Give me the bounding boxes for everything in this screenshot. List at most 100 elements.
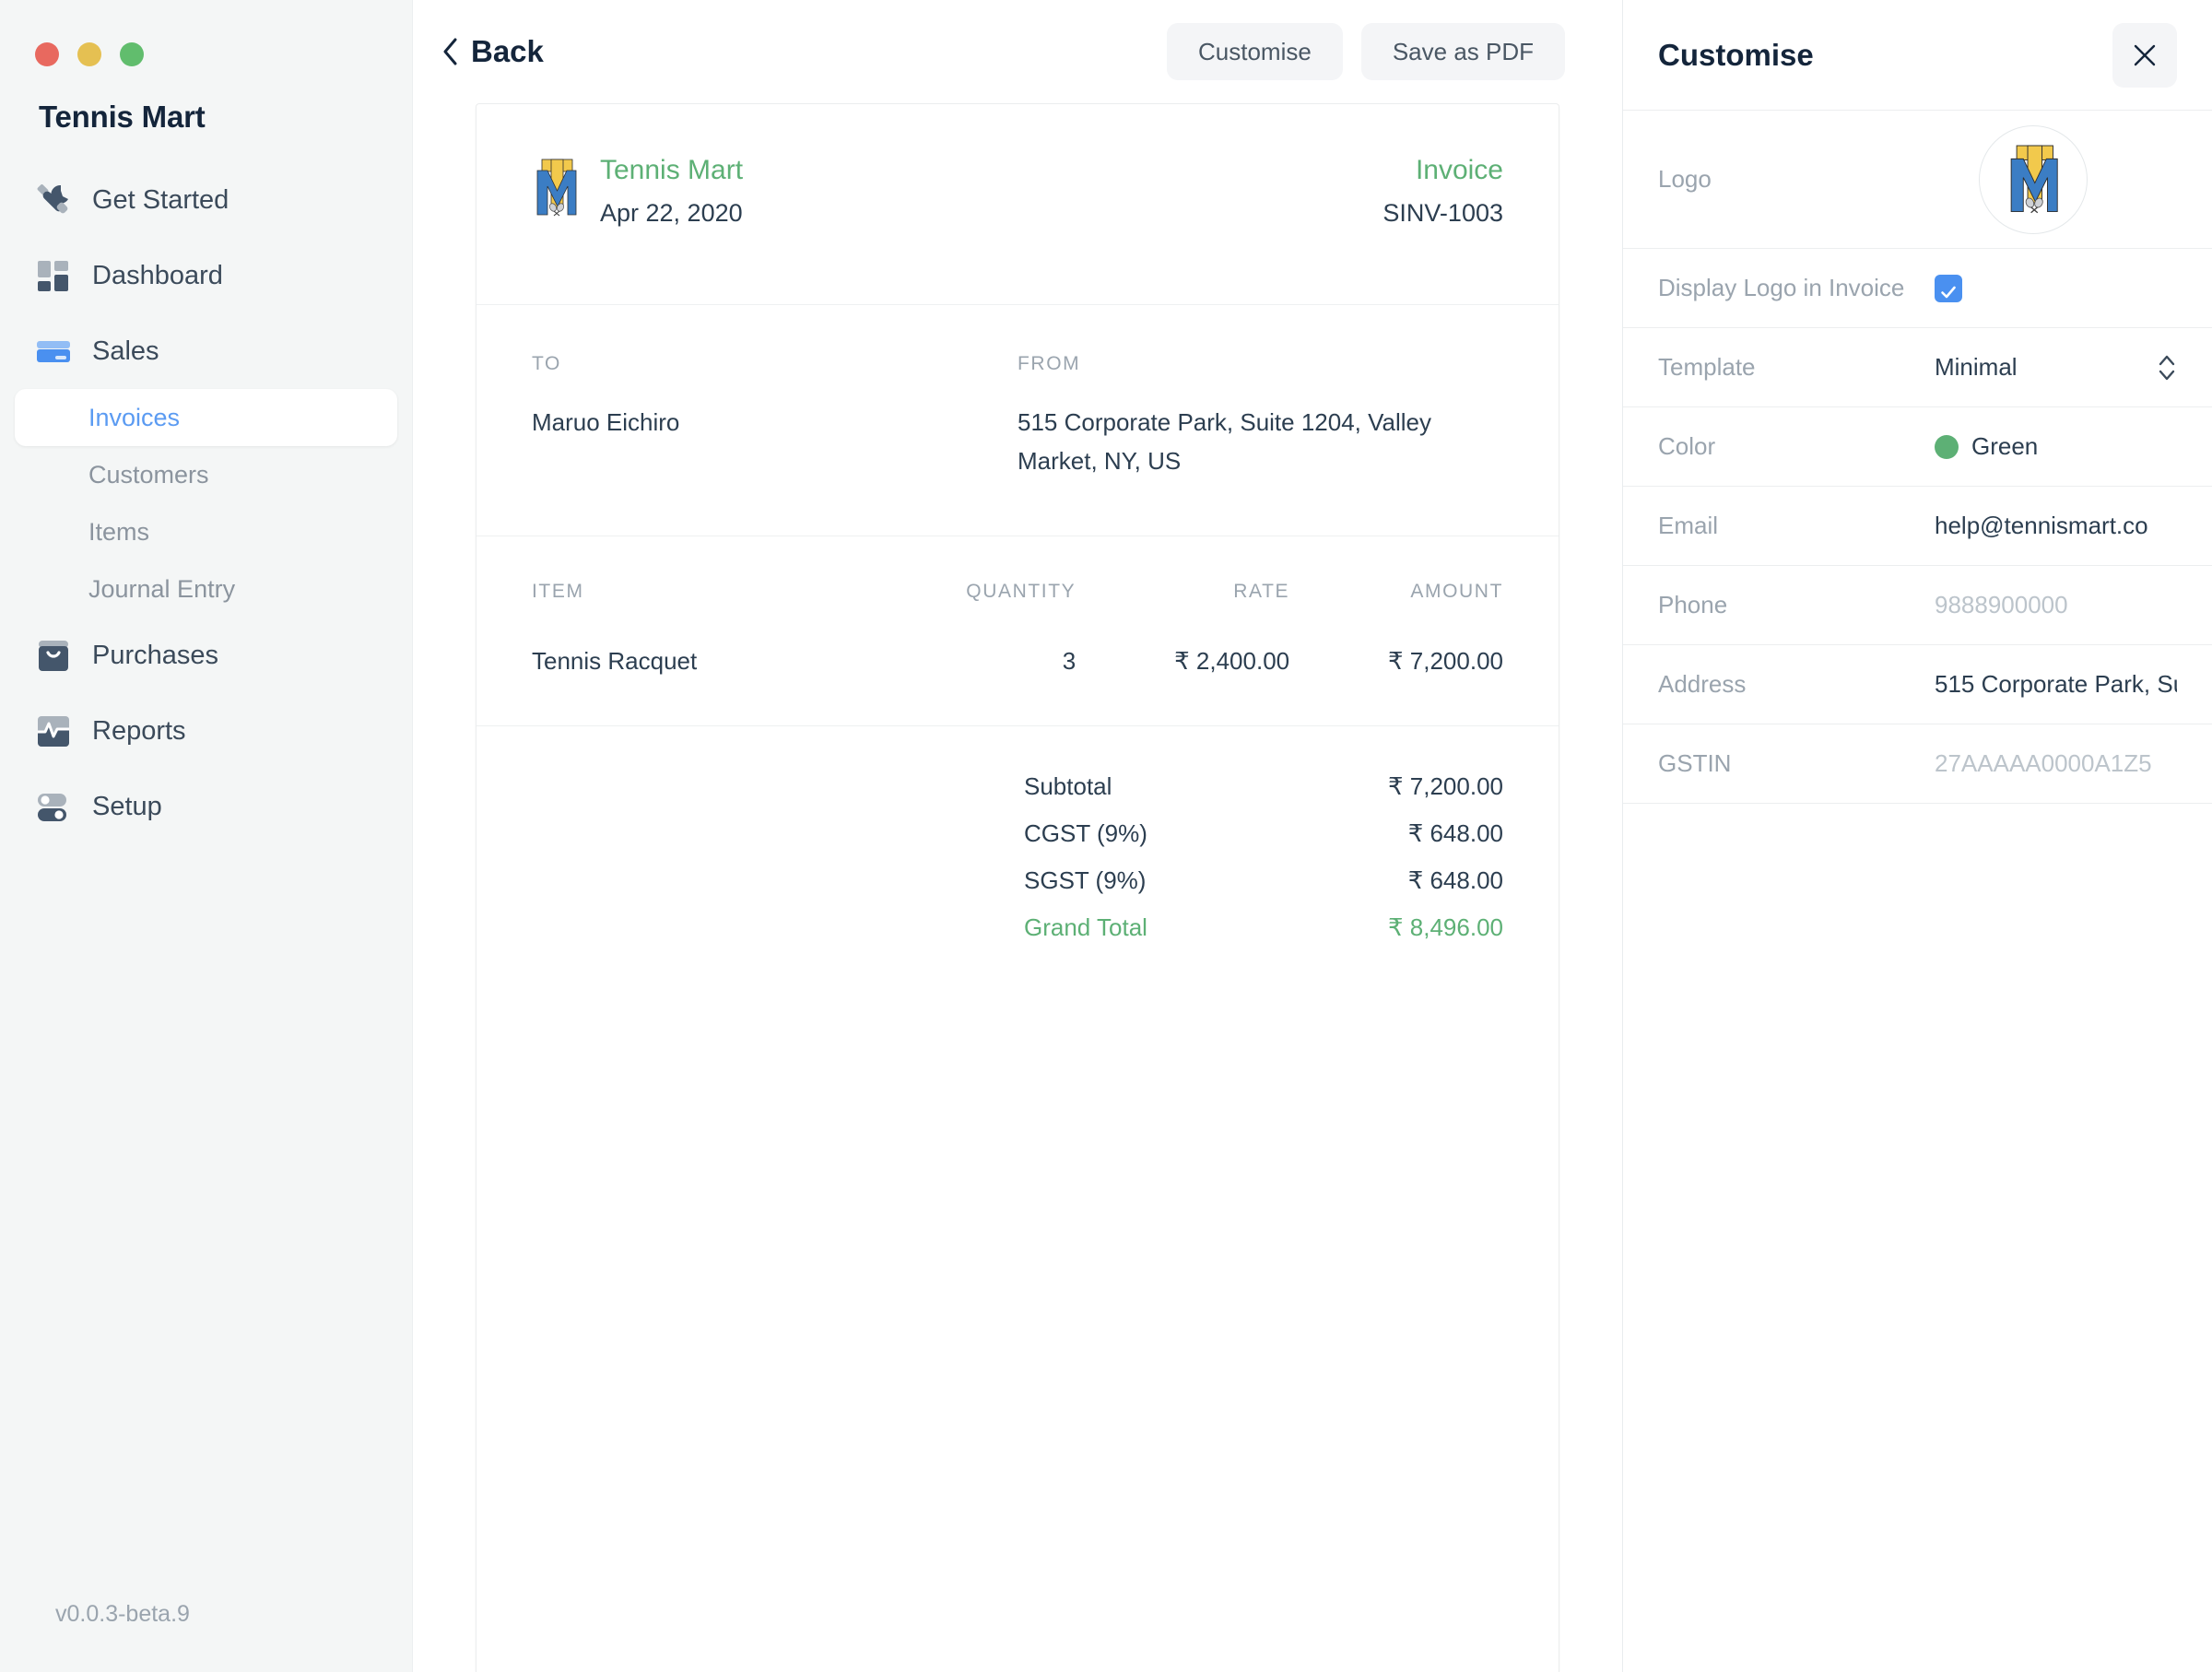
tools-icon bbox=[35, 182, 72, 218]
sidebar-item-customers[interactable]: Customers bbox=[15, 446, 397, 503]
table-header-row: ITEM QUANTITY RATE AMOUNT bbox=[532, 581, 1503, 647]
sidebar-subitem-label: Invoices bbox=[88, 403, 181, 431]
field-row-phone: Phone 9888900000 bbox=[1623, 566, 2212, 645]
invoice-parties: TO Maruo Eichiro FROM 515 Corporate Park… bbox=[477, 305, 1559, 537]
back-button-label: Back bbox=[471, 34, 544, 68]
sidebar-item-journal-entry[interactable]: Journal Entry bbox=[15, 560, 397, 618]
sidebar-item-label: Sales bbox=[92, 336, 159, 366]
invoice-to-value: Maruo Eichiro bbox=[532, 408, 680, 436]
logo-upload-button[interactable] bbox=[1979, 124, 2088, 234]
customise-button[interactable]: Customise bbox=[1167, 23, 1343, 80]
column-header-item: ITEM bbox=[532, 581, 584, 603]
total-value: ₹ 648.00 bbox=[1407, 866, 1503, 895]
invoice-from-block: FROM 515 Corporate Park, Suite 1204, Val… bbox=[1018, 353, 1503, 480]
field-row-logo: Logo bbox=[1623, 111, 2212, 249]
email-field[interactable]: help@tennismart.co bbox=[1935, 512, 2177, 540]
save-as-pdf-button[interactable]: Save as PDF bbox=[1360, 23, 1565, 80]
customise-panel-header: Customise bbox=[1623, 0, 2212, 111]
invoice-date: Apr 22, 2020 bbox=[600, 198, 743, 227]
column-header-quantity: QUANTITY bbox=[966, 581, 1077, 603]
sidebar-item-dashboard[interactable]: Dashboard bbox=[0, 238, 412, 313]
sidebar-item-get-started[interactable]: Get Started bbox=[0, 162, 412, 238]
sidebar-item-reports[interactable]: Reports bbox=[0, 693, 412, 769]
close-icon bbox=[2132, 42, 2158, 68]
invoice-items-table: ITEM QUANTITY RATE AMOUNT Tennis Racquet… bbox=[477, 536, 1559, 727]
invoice-header-left: Tennis Mart Apr 22, 2020 bbox=[532, 152, 743, 228]
company-logo-icon bbox=[532, 158, 580, 218]
back-button[interactable]: Back bbox=[442, 34, 544, 69]
invoice-company-name: Tennis Mart bbox=[600, 155, 744, 185]
customise-panel-title: Customise bbox=[1658, 37, 1814, 72]
main-content: Back Customise Save as PDF Tennis Mart A… bbox=[413, 0, 1622, 1672]
field-row-color: Color Green bbox=[1623, 407, 2212, 487]
invoice-doc-title: Invoice bbox=[1415, 155, 1503, 185]
sidebar-item-label: Purchases bbox=[92, 640, 219, 670]
color-label: Color bbox=[1658, 432, 1716, 460]
invoice-totals-section: Subtotal ₹ 7,200.00 CGST (9%) ₹ 648.00 S… bbox=[477, 726, 1559, 960]
invoice-preview-area: Tennis Mart Apr 22, 2020 Invoice SINV-10… bbox=[413, 103, 1622, 1672]
company-logo-icon bbox=[2005, 143, 2062, 217]
sidebar-item-sales[interactable]: Sales bbox=[0, 313, 412, 389]
sidebar-item-label: Setup bbox=[92, 791, 162, 821]
invoice-header: Tennis Mart Apr 22, 2020 Invoice SINV-10… bbox=[477, 104, 1559, 305]
email-label: Email bbox=[1658, 512, 1719, 539]
total-value: ₹ 648.00 bbox=[1407, 819, 1503, 848]
customise-panel: Customise Logo Display Logo in Invoice T… bbox=[1622, 0, 2212, 1672]
total-row-grand-total: Grand Total ₹ 8,496.00 bbox=[1024, 913, 1503, 942]
close-panel-button[interactable] bbox=[2112, 22, 2177, 88]
window-traffic-lights bbox=[0, 0, 412, 66]
cell-quantity: 3 bbox=[1062, 647, 1077, 676]
gstin-label: GSTIN bbox=[1658, 749, 1732, 777]
invoice-from-label: FROM bbox=[1018, 353, 1081, 374]
invoice-to-block: TO Maruo Eichiro bbox=[532, 353, 1018, 480]
sidebar-item-purchases[interactable]: Purchases bbox=[0, 618, 412, 693]
total-row-subtotal: Subtotal ₹ 7,200.00 bbox=[1024, 772, 1503, 801]
sidebar-item-label: Reports bbox=[92, 715, 186, 746]
invoice-to-label: TO bbox=[532, 353, 561, 374]
invoice-header-right: Invoice SINV-1003 bbox=[1382, 152, 1503, 228]
sidebar-subitem-label: Customers bbox=[88, 460, 209, 489]
app-root: Tennis Mart Get Started Dashboard Sales … bbox=[0, 0, 2212, 1672]
sidebar-subitem-label: Items bbox=[88, 517, 150, 546]
field-row-display-logo: Display Logo in Invoice bbox=[1623, 249, 2212, 328]
address-label: Address bbox=[1658, 670, 1747, 698]
sidebar: Tennis Mart Get Started Dashboard Sales … bbox=[0, 0, 413, 1672]
total-value: ₹ 7,200.00 bbox=[1388, 772, 1503, 801]
gstin-field[interactable]: 27AAAAA0000A1Z5 bbox=[1935, 749, 2177, 778]
display-logo-checkbox[interactable] bbox=[1935, 274, 1962, 302]
table-row: Tennis Racquet 3 ₹ 2,400.00 ₹ 7,200.00 bbox=[532, 647, 1503, 676]
color-select[interactable]: Green bbox=[1935, 432, 2177, 461]
check-icon bbox=[1939, 279, 1958, 298]
sidebar-item-setup[interactable]: Setup bbox=[0, 769, 412, 844]
invoice-card: Tennis Mart Apr 22, 2020 Invoice SINV-10… bbox=[476, 103, 1559, 1672]
column-header-rate: RATE bbox=[1233, 581, 1290, 603]
cell-amount: ₹ 7,200.00 bbox=[1388, 647, 1503, 676]
logo-field-label: Logo bbox=[1658, 165, 1712, 193]
window-close-button[interactable] bbox=[35, 42, 59, 66]
phone-field[interactable]: 9888900000 bbox=[1935, 591, 2177, 619]
template-select[interactable]: Minimal bbox=[1935, 350, 2177, 385]
sidebar-item-label: Dashboard bbox=[92, 260, 223, 290]
window-minimize-button[interactable] bbox=[77, 42, 101, 66]
sidebar-nav: Get Started Dashboard Sales Invoices Cus… bbox=[0, 162, 412, 844]
app-version: v0.0.3-beta.9 bbox=[55, 1601, 190, 1627]
total-row-cgst: CGST (9%) ₹ 648.00 bbox=[1024, 819, 1503, 848]
sidebar-item-invoices[interactable]: Invoices bbox=[15, 389, 397, 446]
address-field[interactable]: 515 Corporate Park, Su bbox=[1935, 670, 2177, 699]
sidebar-brand: Tennis Mart bbox=[39, 100, 206, 134]
total-row-sgst: SGST (9%) ₹ 648.00 bbox=[1024, 866, 1503, 895]
phone-label: Phone bbox=[1658, 591, 1728, 618]
sidebar-subitem-label: Journal Entry bbox=[88, 574, 236, 603]
invoice-from-value: 515 Corporate Park, Suite 1204, Valley M… bbox=[1018, 408, 1432, 476]
total-label: CGST (9%) bbox=[1024, 819, 1147, 848]
field-row-gstin: GSTIN 27AAAAA0000A1Z5 bbox=[1623, 724, 2212, 804]
window-maximize-button[interactable] bbox=[120, 42, 144, 66]
template-label: Template bbox=[1658, 353, 1756, 381]
field-row-template: Template Minimal bbox=[1623, 328, 2212, 407]
display-logo-value bbox=[1935, 274, 2177, 302]
cell-item: Tennis Racquet bbox=[532, 647, 698, 676]
template-value: Minimal bbox=[1935, 353, 2018, 381]
total-value: ₹ 8,496.00 bbox=[1388, 913, 1503, 942]
sidebar-item-items[interactable]: Items bbox=[15, 503, 397, 560]
display-logo-label: Display Logo in Invoice bbox=[1658, 274, 1905, 301]
